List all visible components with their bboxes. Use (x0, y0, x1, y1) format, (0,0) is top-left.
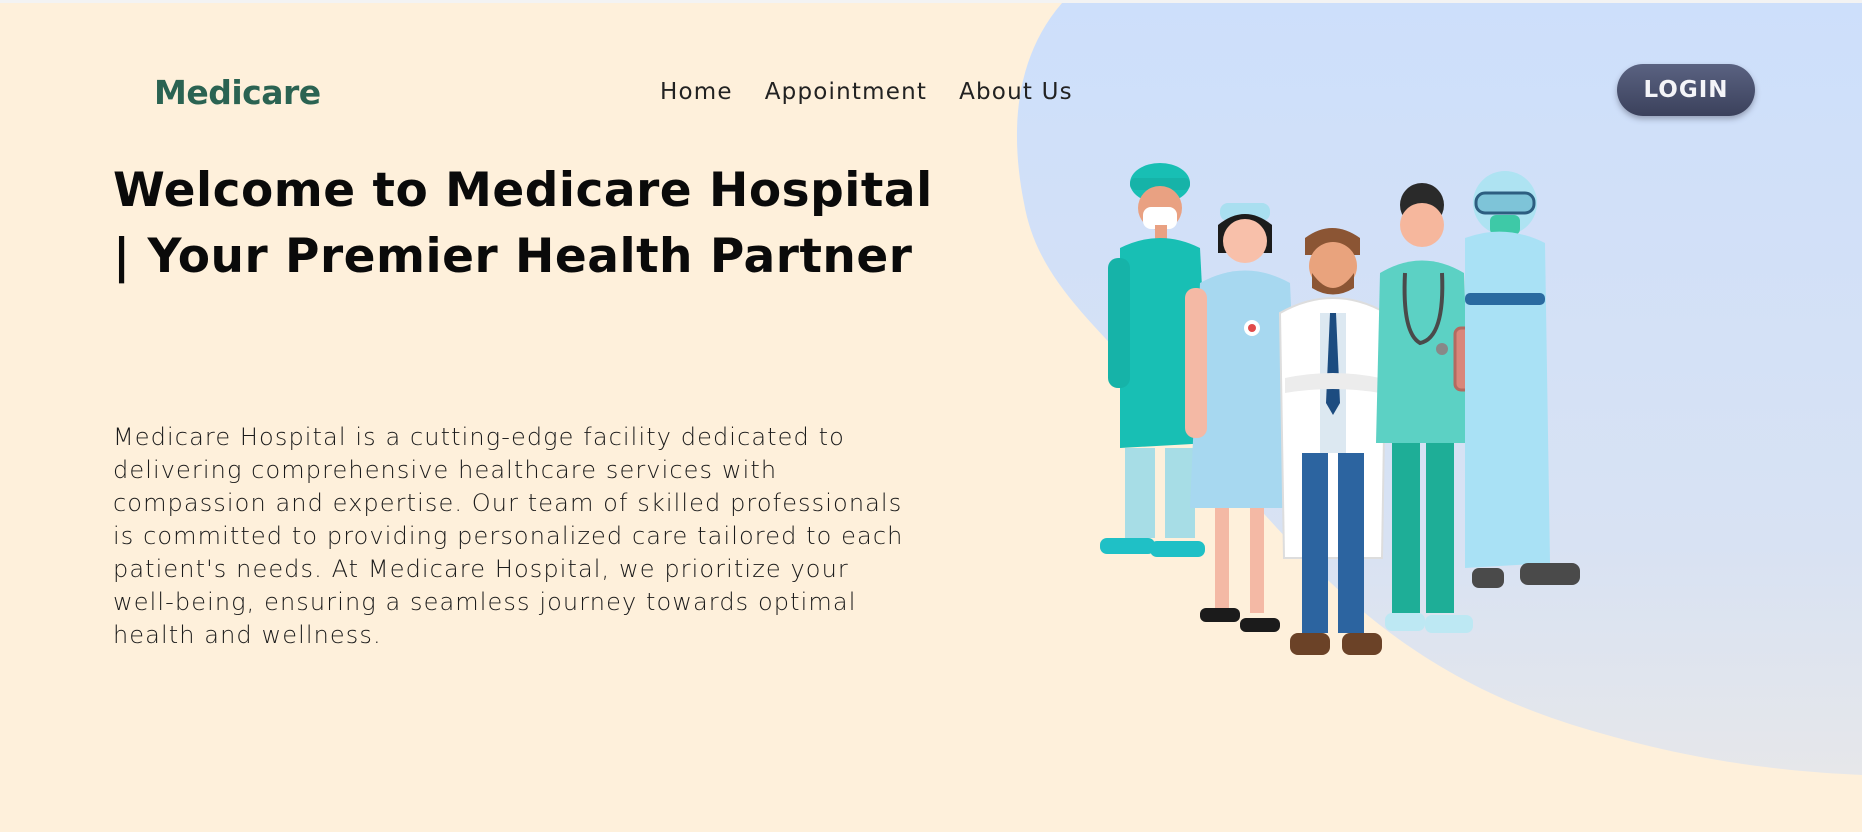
page: Medicare Home Appointment About Us LOGIN… (0, 0, 1862, 832)
brand-logo[interactable]: Medicare (154, 73, 321, 112)
doctor-figure (1278, 228, 1388, 655)
nav-links: Home Appointment About Us (660, 79, 1073, 105)
login-button[interactable]: LOGIN (1617, 64, 1755, 116)
medical-team-illustration (1100, 163, 1580, 655)
hero-description: Medicare Hospital is a cutting-edge faci… (113, 423, 904, 649)
nav-link-about-us[interactable]: About Us (959, 79, 1073, 105)
hero-title: Welcome to Medicare Hospital | Your Prem… (113, 163, 933, 284)
nav-link-appointment[interactable]: Appointment (765, 79, 927, 105)
top-navigation: Medicare Home Appointment About Us LOGIN (0, 63, 1862, 123)
nav-link-home[interactable]: Home (660, 79, 733, 105)
protective-suit-figure (1465, 171, 1580, 588)
